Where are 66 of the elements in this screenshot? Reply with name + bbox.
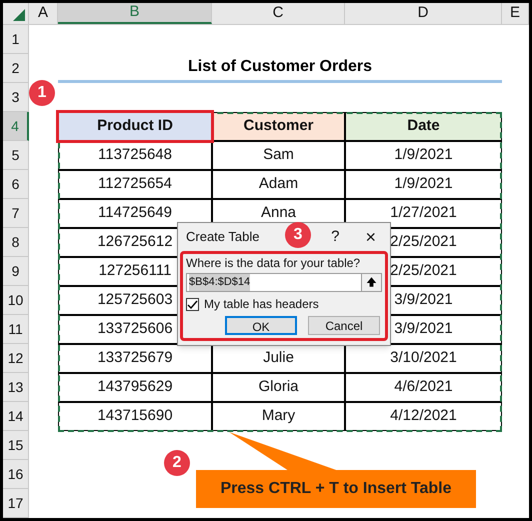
table-cell-text: 114725649	[98, 203, 172, 224]
range-field[interactable]: $B$4:$D$14	[186, 273, 382, 292]
table-cell-text: 127256111	[98, 261, 172, 282]
table-cell-text: 3/9/2021	[394, 319, 453, 340]
dialog-button[interactable]: OK	[225, 316, 297, 335]
row-header[interactable]: 5	[3, 141, 29, 170]
column-heading[interactable]: Customer	[212, 112, 345, 141]
column-header[interactable]: D	[345, 3, 502, 24]
collapse-dialog-icon[interactable]	[361, 274, 381, 291]
table-cell-text: 133725679	[97, 348, 173, 368]
help-button[interactable]: ?	[331, 226, 340, 248]
table-cell-text: 4/12/2021	[390, 406, 457, 426]
table-cell-text: Mary	[262, 406, 296, 426]
table-cell-text: 2/25/2021	[390, 261, 457, 282]
table-cell-text: 2/25/2021	[390, 232, 457, 252]
row-header[interactable]: 6	[3, 170, 29, 199]
sheet-title: List of Customer Orders	[188, 57, 372, 77]
range-value: $B$4:$D$14	[189, 274, 250, 291]
step-badge: 1	[29, 80, 55, 106]
table-cell-text: Sam	[263, 145, 294, 166]
row-header[interactable]: 9	[3, 257, 29, 286]
row-header[interactable]: 11	[3, 315, 29, 344]
column-header[interactable]: C	[212, 3, 345, 24]
headers-checkbox[interactable]	[186, 298, 199, 310]
row-header[interactable]: 8	[3, 228, 29, 257]
row-header[interactable]: 7	[3, 199, 29, 228]
table-cell-text: 125725603	[97, 290, 173, 310]
select-all-icon[interactable]	[13, 9, 25, 21]
checkbox-label: My table has headers	[204, 296, 319, 313]
table-cell-text: 113725648	[98, 145, 172, 166]
row-header[interactable]: 4	[3, 112, 29, 141]
table-cell-text: Gloria	[258, 377, 298, 398]
row-header[interactable]: 10	[3, 286, 29, 315]
range-prompt: Where is the data for your table?	[186, 256, 362, 270]
table-cell-text: 3/10/2021	[390, 348, 457, 368]
row-header[interactable]: 12	[3, 344, 29, 373]
table-cell-text: Adam	[258, 174, 298, 194]
dialog-button[interactable]: Cancel	[308, 316, 380, 335]
table-cell-text: 143715690	[97, 406, 173, 426]
column-header[interactable]: E	[502, 3, 529, 24]
close-button[interactable]: ×	[365, 224, 376, 250]
table-cell-text: 1/27/2021	[390, 203, 457, 224]
step-badge: 2	[164, 450, 190, 476]
table-cell-text: 3/9/2021	[394, 290, 453, 310]
table-cell-text: 4/6/2021	[394, 377, 453, 398]
row-header[interactable]: 2	[3, 54, 29, 83]
callout-text: Press CTRL + T to Insert Table	[220, 479, 452, 499]
table-cell-text: 126725612	[97, 232, 173, 252]
row-header[interactable]: 14	[3, 402, 29, 431]
table-cell-text: 143795629	[97, 377, 173, 398]
dialog-title: Create Table	[186, 228, 260, 246]
row-header[interactable]: 15	[3, 431, 29, 460]
table-cell-text: Anna	[260, 203, 296, 224]
row-header[interactable]: 13	[3, 373, 29, 402]
row-header[interactable]: 17	[3, 489, 29, 518]
table-cell-text: 133725606	[97, 319, 173, 340]
table-cell-text: 112725654	[98, 174, 172, 194]
row-header[interactable]: 3	[3, 83, 29, 112]
table-cell-text: 1/9/2021	[394, 174, 453, 194]
column-header[interactable]: B	[58, 3, 212, 24]
row-header[interactable]: 16	[3, 460, 29, 489]
column-heading[interactable]: Product ID	[58, 112, 212, 141]
row-header[interactable]: 1	[3, 25, 29, 54]
table-cell-text: 1/9/2021	[394, 145, 453, 166]
column-heading[interactable]: Date	[345, 112, 502, 141]
table-cell-text: Julie	[263, 348, 294, 368]
